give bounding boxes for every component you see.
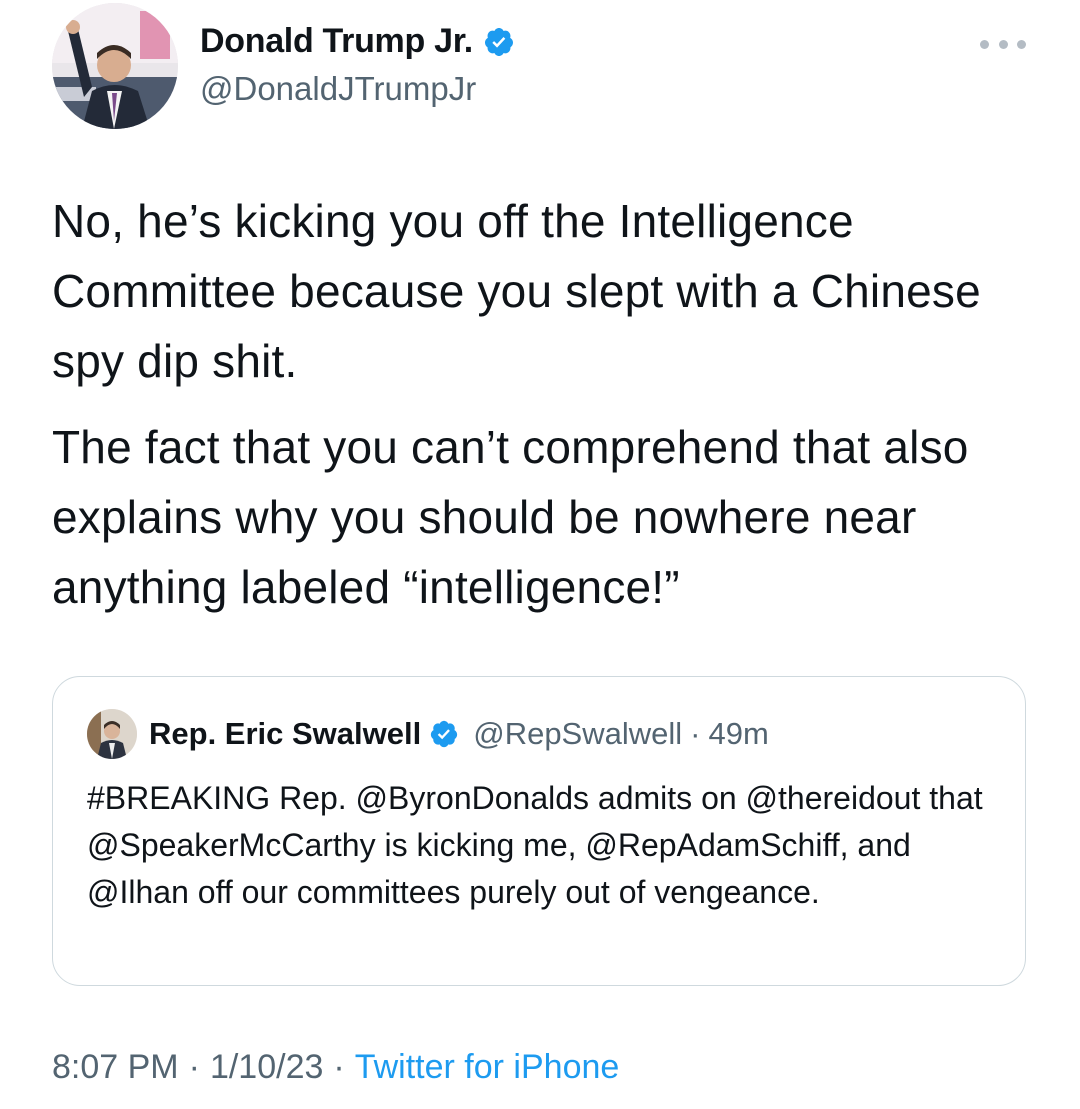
quoted-tweet-card[interactable]: Rep. Eric Swalwell @RepSwalwell · 49m #B… bbox=[52, 676, 1026, 986]
quoted-tweet-time[interactable]: 49m bbox=[708, 716, 768, 752]
verified-badge-icon bbox=[483, 26, 515, 58]
profile-photo-icon bbox=[52, 3, 178, 129]
separator-dot: · bbox=[333, 1048, 345, 1086]
quoted-author-handle[interactable]: @RepSwalwell bbox=[473, 716, 682, 752]
tweet-paragraph: The fact that you can’t comprehend that … bbox=[52, 421, 969, 613]
tweet-footer: 8:07 PM · 1/10/23 · Twitter for iPhone bbox=[52, 1048, 619, 1087]
tweet-paragraph: No, he’s kicking you off the Intelligenc… bbox=[52, 195, 981, 387]
quoted-tweet-header: Rep. Eric Swalwell @RepSwalwell · 49m bbox=[87, 709, 769, 759]
author-avatar[interactable] bbox=[52, 3, 178, 129]
tweet-time[interactable]: 8:07 PM bbox=[52, 1048, 179, 1086]
tweet-text: No, he’s kicking you off the Intelligenc… bbox=[52, 186, 1032, 638]
author-name-row: Donald Trump Jr. bbox=[200, 22, 515, 61]
tweet-source-link[interactable]: Twitter for iPhone bbox=[355, 1048, 620, 1086]
dot-icon bbox=[1017, 39, 1026, 49]
tweet-date[interactable]: 1/10/23 bbox=[210, 1048, 323, 1086]
tweet: Donald Trump Jr. @DonaldJTrumpJr No, he’… bbox=[0, 0, 1080, 1109]
quoted-author-name[interactable]: Rep. Eric Swalwell bbox=[149, 716, 421, 752]
dot-icon bbox=[980, 39, 989, 49]
verified-badge-icon bbox=[429, 719, 459, 749]
separator-dot: · bbox=[188, 1048, 200, 1086]
separator-dot: · bbox=[690, 716, 701, 751]
profile-photo-icon bbox=[87, 709, 137, 759]
dot-icon bbox=[998, 39, 1008, 49]
ellipsis-icon[interactable] bbox=[980, 34, 1026, 54]
quoted-tweet-text: #BREAKING Rep. @ByronDonalds admits on @… bbox=[87, 780, 983, 910]
author-name[interactable]: Donald Trump Jr. bbox=[200, 22, 473, 61]
author-handle[interactable]: @DonaldJTrumpJr bbox=[200, 70, 476, 108]
quoted-author-avatar[interactable] bbox=[87, 709, 137, 759]
